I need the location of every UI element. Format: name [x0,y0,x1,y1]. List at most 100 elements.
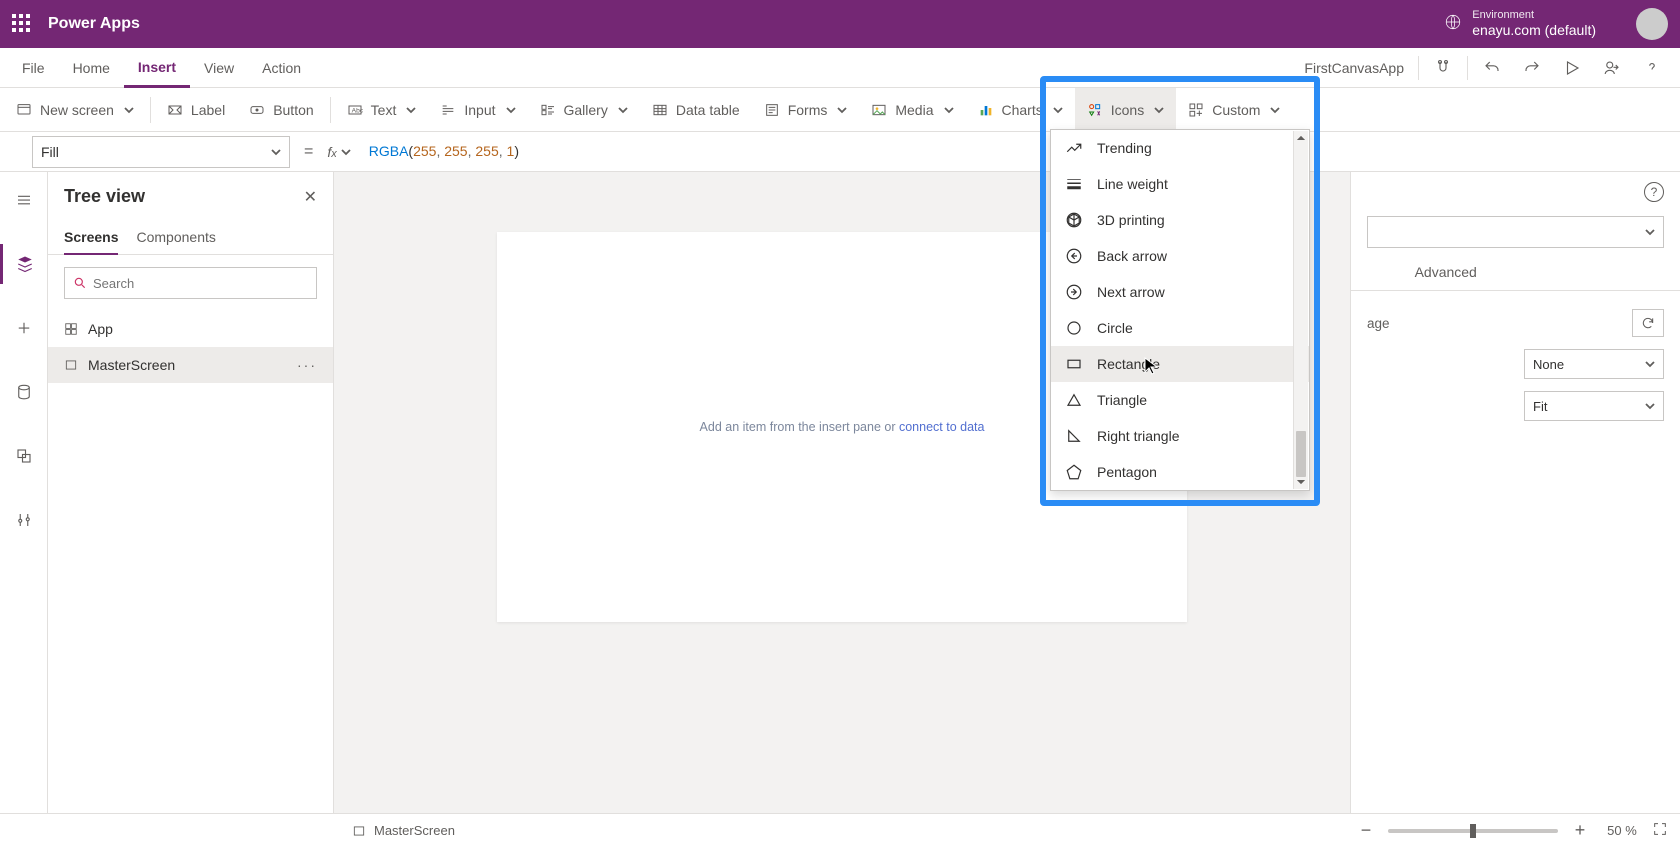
menu-view[interactable]: View [190,48,248,87]
insert-custom-button[interactable]: Custom [1176,88,1292,132]
help-icon[interactable]: ? [1644,182,1664,202]
insert-label-button[interactable]: Label [155,88,237,132]
formula-input[interactable]: RGBA(255, 255, 255, 1) [361,143,1672,160]
scroll-down-arrow[interactable] [1294,475,1308,489]
back-arrow-icon [1065,247,1083,265]
3d-printing-icon [1065,211,1083,229]
chevron-down-icon [1645,399,1655,414]
background-image-select[interactable]: None [1524,349,1664,379]
tab-components[interactable]: Components [136,221,215,254]
property-name: Fill [41,144,59,160]
refresh-button[interactable] [1632,309,1664,337]
chevron-down-icon [124,102,134,118]
scroll-thumb[interactable] [1296,431,1306,477]
help-icon[interactable] [1632,48,1672,88]
svg-text:Abc: Abc [351,107,362,114]
icon-option-trending[interactable]: Trending [1051,130,1309,166]
share-icon[interactable] [1592,48,1632,88]
image-position-select[interactable]: Fit [1524,391,1664,421]
chevron-down-icon [618,102,628,118]
undo-icon[interactable] [1472,48,1512,88]
menu-bar: File Home Insert View Action FirstCanvas… [0,48,1680,88]
advanced-tools-icon[interactable] [0,500,48,540]
tree-view-icon[interactable] [0,244,48,284]
tree-search[interactable] [64,267,317,299]
chevron-down-icon [837,102,847,118]
chevron-down-icon [341,144,351,160]
menu-insert[interactable]: Insert [124,48,190,88]
hamburger-icon[interactable] [0,180,48,220]
icon-option-line-weight[interactable]: Line weight [1051,166,1309,202]
new-screen-button[interactable]: New screen [4,88,146,132]
left-rail [0,172,48,813]
chevron-down-icon [1270,102,1280,118]
insert-button-button[interactable]: Button [237,88,325,132]
icon-option-3d-printing[interactable]: 3D printing [1051,202,1309,238]
play-icon[interactable] [1552,48,1592,88]
fx-button[interactable]: fx [327,144,350,160]
app-icon [64,322,78,336]
tab-advanced[interactable]: Advanced [1415,254,1477,290]
app-checker-icon[interactable] [1423,48,1463,88]
right-triangle-icon [1065,427,1083,445]
insert-input-button[interactable]: Input [428,88,527,132]
icon-option-next-arrow[interactable]: Next arrow [1051,274,1309,310]
canvas-hint: Add an item from the insert pane or conn… [700,420,985,434]
more-icon[interactable]: ··· [297,357,317,373]
zoom-control: − + 50 % [1354,819,1668,843]
properties-panel: ? Prop Advanced age None [1350,172,1680,813]
tree-item-masterscreen[interactable]: MasterScreen ··· [48,347,333,383]
menu-action[interactable]: Action [248,48,315,87]
media-pane-icon[interactable] [0,436,48,476]
insert-gallery-button[interactable]: Gallery [528,88,640,132]
equals-sign: = [300,143,317,161]
connect-to-data-link[interactable]: connect to data [899,420,984,434]
insert-media-button[interactable]: Media [859,88,965,132]
insert-text-button[interactable]: Abc Text [335,88,429,132]
zoom-handle[interactable] [1470,824,1476,838]
redo-icon[interactable] [1512,48,1552,88]
property-dropdown[interactable]: Fill [32,136,290,168]
menu-home[interactable]: Home [59,48,124,87]
close-icon[interactable]: ✕ [304,187,317,207]
data-icon[interactable] [0,372,48,412]
dropdown-scrollbar[interactable] [1293,131,1308,489]
icon-option-circle[interactable]: Circle [1051,310,1309,346]
zoom-value: 50 % [1602,823,1642,838]
environment-picker[interactable]: Environment enayu.com (default) [1444,9,1596,39]
insert-pane-icon[interactable] [0,308,48,348]
icon-option-triangle[interactable]: Triangle [1051,382,1309,418]
tree-item-app[interactable]: App [48,311,333,347]
user-avatar[interactable] [1636,8,1668,40]
tree-view-title: Tree view [64,186,145,207]
chevron-down-icon [1154,102,1164,118]
app-name-label[interactable]: FirstCanvasApp [1294,48,1414,87]
zoom-in-button[interactable]: + [1568,819,1592,843]
property-object-dropdown[interactable] [1367,216,1664,248]
icon-option-back-arrow[interactable]: Back arrow [1051,238,1309,274]
insert-datatable-button[interactable]: Data table [640,88,752,132]
environment-label: Environment [1472,9,1596,22]
zoom-out-button[interactable]: − [1354,819,1378,843]
next-arrow-icon [1065,283,1083,301]
icon-option-right-triangle[interactable]: Right triangle [1051,418,1309,454]
environment-name: enayu.com (default) [1472,22,1596,39]
chevron-down-icon [506,102,516,118]
insert-icons-button[interactable]: Icons [1075,88,1176,132]
app-launcher-icon[interactable] [12,14,32,34]
menu-file[interactable]: File [8,48,59,87]
icon-option-pentagon[interactable]: Pentagon [1051,454,1309,490]
pentagon-icon [1065,463,1083,481]
insert-forms-button[interactable]: Forms [752,88,860,132]
chevron-down-icon [1645,357,1655,372]
insert-charts-button[interactable]: Charts [966,88,1075,132]
scroll-up-arrow[interactable] [1294,131,1308,145]
fit-to-window-button[interactable] [1652,821,1668,840]
tab-screens[interactable]: Screens [64,221,118,255]
triangle-icon [1065,391,1083,409]
icon-option-rectangle[interactable]: Rectangle [1051,346,1309,382]
tree-search-input[interactable] [93,276,308,291]
canvas-area: Add an item from the insert pane or conn… [334,172,1350,813]
main-area: Tree view ✕ Screens Components App Maste… [0,172,1680,813]
zoom-slider[interactable] [1388,829,1558,833]
